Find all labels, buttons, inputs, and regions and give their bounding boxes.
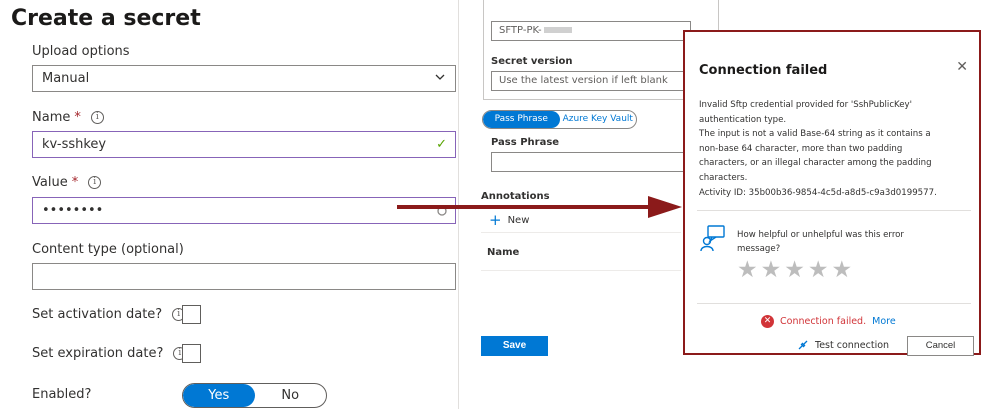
new-label: New (507, 214, 530, 226)
activity-id: Activity ID: 35b00b36-9854-4c5d-a8d5-c9a… (699, 187, 937, 198)
error-message-line: authentication type. (699, 114, 787, 125)
error-status-text: Connection failed. (780, 316, 867, 327)
expiration-date-checkbox[interactable] (182, 344, 201, 363)
star-icon[interactable]: ★ (737, 258, 758, 282)
credential-source-toggle[interactable]: Pass Phrase Azure Key Vault (482, 110, 637, 129)
value-input[interactable]: •••••••• (32, 197, 456, 224)
upload-options-label: Upload options (32, 44, 130, 59)
error-message-line: The input is not a valid Base-64 string … (699, 129, 931, 140)
star-icon[interactable]: ★ (761, 258, 782, 282)
redacted-block (543, 27, 572, 33)
plus-icon: + (489, 211, 502, 229)
chevron-down-icon (435, 74, 445, 80)
save-button[interactable]: Save (481, 336, 548, 356)
annotations-label: Annotations (481, 191, 550, 202)
cancel-button[interactable]: Cancel (907, 336, 974, 356)
info-icon[interactable]: i (88, 176, 102, 189)
upload-options-value: Manual (42, 71, 90, 86)
tab-azure-key-vault[interactable]: Azure Key Vault (560, 111, 637, 128)
value-label: Value * i (32, 175, 102, 190)
divider (481, 232, 681, 233)
enabled-toggle[interactable]: Yes No (182, 383, 327, 408)
feedback-question: How helpful or unhelpful was this error … (737, 230, 904, 254)
required-mark: * (71, 175, 79, 190)
name-column-header: Name (487, 247, 520, 258)
reveal-icon[interactable] (435, 204, 449, 218)
error-message-line: characters, or an illegal character amon… (699, 158, 932, 169)
error-icon: ✕ (761, 315, 774, 328)
plug-icon (798, 340, 808, 350)
new-annotation-button[interactable]: + New (489, 211, 529, 229)
close-icon[interactable]: ✕ (956, 59, 968, 75)
connection-status: ✕ Connection failed. More (761, 315, 896, 328)
pass-phrase-input[interactable] (491, 152, 691, 172)
test-connection-button[interactable]: Test connection (797, 339, 889, 351)
activation-date-label: Set activation date? i (32, 307, 186, 322)
pass-phrase-label: Pass Phrase (491, 137, 560, 148)
page-title: Create a secret (11, 6, 201, 31)
divider (697, 303, 971, 304)
connection-failed-dialog: Connection failed ✕ Invalid Sftp credent… (683, 30, 981, 356)
enabled-label: Enabled? (32, 387, 92, 402)
required-mark: * (74, 110, 81, 125)
error-message-line: non-base 64 character, more than two pad… (699, 143, 903, 154)
expiration-date-label: Set expiration date? i (32, 346, 187, 361)
name-label: Name * i (32, 110, 104, 125)
activation-date-checkbox[interactable] (182, 305, 201, 324)
secret-version-placeholder: Use the latest version if left blank (499, 75, 668, 86)
divider (697, 210, 971, 211)
content-type-label: Content type (optional) (32, 242, 184, 257)
enabled-no-option[interactable]: No (255, 384, 327, 407)
upload-options-select[interactable]: Manual (32, 65, 456, 92)
star-rating[interactable]: ★ ★ ★ ★ ★ (737, 258, 852, 282)
star-icon[interactable]: ★ (784, 258, 805, 282)
content-type-input[interactable] (32, 263, 456, 290)
public-key-value: SFTP-PK- (499, 25, 542, 36)
dialog-title: Connection failed (699, 63, 828, 78)
checkmark-icon: ✓ (436, 137, 447, 152)
error-message-line: Invalid Sftp credential provided for 'Ss… (699, 100, 912, 110)
feedback-icon (700, 225, 725, 252)
error-message-line: characters. (699, 172, 748, 183)
star-icon[interactable]: ★ (832, 258, 853, 282)
star-icon[interactable]: ★ (808, 258, 829, 282)
secret-version-input[interactable]: Use the latest version if left blank (491, 71, 691, 91)
error-message: Invalid Sftp credential provided for 'Ss… (699, 98, 971, 200)
more-link[interactable]: More (872, 316, 896, 327)
divider (481, 270, 681, 271)
enabled-yes-option[interactable]: Yes (183, 384, 255, 407)
value-masked: •••••••• (42, 203, 104, 218)
public-key-input[interactable]: SFTP-PK- (491, 21, 691, 41)
name-value: kv-sshkey (42, 137, 107, 152)
secret-version-label: Secret version (491, 56, 573, 67)
name-input[interactable]: kv-sshkey ✓ (32, 131, 456, 158)
tab-pass-phrase[interactable]: Pass Phrase (483, 111, 560, 128)
test-connection-label: Test connection (815, 339, 890, 351)
info-icon[interactable]: i (90, 111, 104, 124)
